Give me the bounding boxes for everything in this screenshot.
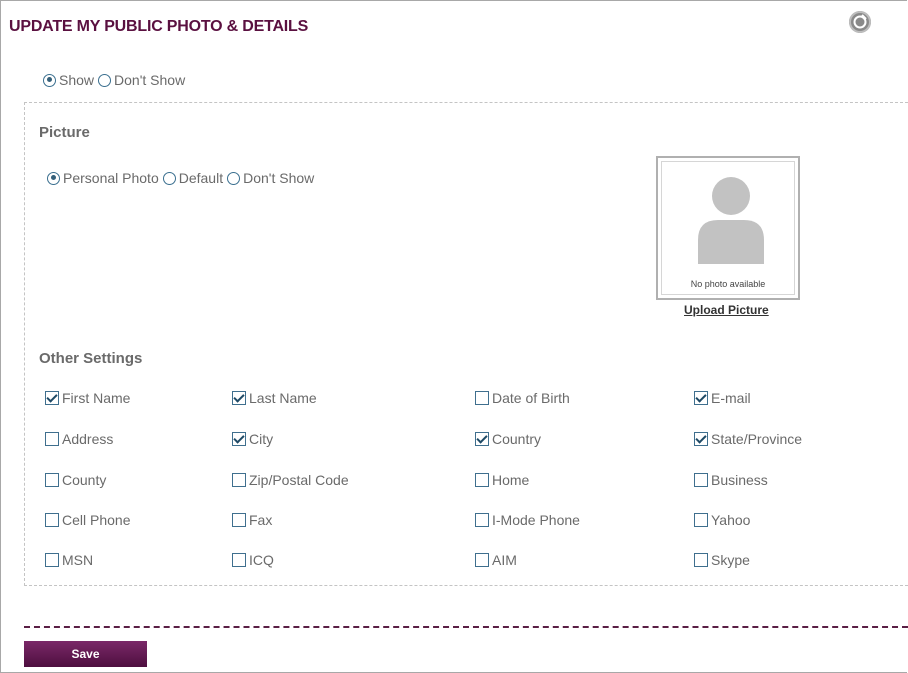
picture-radio-dont-show[interactable] [227, 171, 241, 185]
setting-checkbox[interactable] [694, 432, 708, 446]
setting-label: ICQ [249, 552, 274, 568]
picture-radio-default[interactable] [162, 171, 176, 185]
setting-checkbox[interactable] [694, 553, 708, 567]
setting-checkbox-item[interactable]: Zip/Postal Code [232, 472, 349, 488]
photo-frame: No photo available [661, 161, 795, 295]
setting-label: City [249, 431, 274, 447]
setting-checkbox-item[interactable]: City [232, 431, 273, 447]
setting-label: Country [492, 431, 542, 447]
picture-label-default: Default [178, 170, 224, 186]
setting-label: County [62, 472, 107, 488]
setting-label: Yahoo [711, 512, 751, 528]
help-icon[interactable] [849, 11, 871, 33]
visibility-options: Show Don't Show [43, 72, 189, 88]
picture-radio-personal-photo[interactable] [47, 171, 60, 185]
setting-checkbox[interactable] [694, 391, 708, 405]
setting-checkbox[interactable] [45, 513, 59, 527]
setting-checkbox[interactable] [694, 473, 708, 487]
setting-checkbox-item[interactable]: MSN [45, 552, 93, 568]
setting-checkbox-item[interactable]: Yahoo [694, 512, 750, 528]
setting-checkbox[interactable] [45, 473, 59, 487]
setting-checkbox-item[interactable]: Skype [694, 552, 750, 568]
setting-checkbox-item[interactable]: Fax [232, 512, 272, 528]
setting-checkbox-item[interactable]: E-mail [694, 390, 751, 406]
picture-options: Personal Photo Default Don't Show [47, 170, 318, 186]
setting-label: I-Mode Phone [492, 512, 580, 528]
setting-label: AIM [492, 552, 517, 568]
visibility-label-dont-show: Don't Show [114, 72, 186, 88]
picture-label-dont-show: Don't Show [243, 170, 315, 186]
setting-checkbox-item[interactable]: AIM [475, 552, 517, 568]
visibility-radio-show[interactable] [43, 73, 56, 87]
setting-checkbox[interactable] [475, 391, 489, 405]
picture-label-personal-photo: Personal Photo [63, 170, 159, 186]
other-settings-heading: Other Settings [39, 350, 143, 367]
setting-checkbox[interactable] [694, 513, 708, 527]
setting-checkbox-item[interactable]: Cell Phone [45, 512, 131, 528]
setting-checkbox[interactable] [232, 432, 246, 446]
setting-checkbox[interactable] [45, 391, 59, 405]
setting-checkbox-item[interactable]: State/Province [694, 431, 802, 447]
setting-label: Zip/Postal Code [249, 472, 349, 488]
setting-checkbox[interactable] [232, 513, 246, 527]
setting-checkbox-item[interactable]: ICQ [232, 552, 274, 568]
setting-checkbox-item[interactable]: Date of Birth [475, 390, 570, 406]
save-button[interactable]: Save [24, 641, 147, 667]
setting-checkbox-item[interactable]: Home [475, 472, 529, 488]
setting-label: Business [711, 472, 768, 488]
setting-checkbox-item[interactable]: Last Name [232, 390, 317, 406]
setting-checkbox-item[interactable]: First Name [45, 390, 130, 406]
setting-checkbox[interactable] [45, 553, 59, 567]
setting-checkbox[interactable] [232, 553, 246, 567]
upload-picture-link[interactable]: Upload Picture [684, 303, 769, 317]
divider [24, 626, 908, 628]
setting-checkbox-item[interactable]: Address [45, 431, 113, 447]
setting-checkbox-item[interactable]: Country [475, 431, 541, 447]
setting-checkbox[interactable] [475, 513, 489, 527]
setting-checkbox[interactable] [232, 473, 246, 487]
setting-checkbox-item[interactable]: County [45, 472, 106, 488]
setting-label: Fax [249, 512, 273, 528]
setting-label: State/Province [711, 431, 803, 447]
setting-label: E-mail [711, 390, 751, 406]
setting-label: Date of Birth [492, 390, 570, 406]
setting-checkbox[interactable] [232, 391, 246, 405]
profile-photo: No photo available [656, 156, 800, 300]
setting-checkbox[interactable] [475, 432, 489, 446]
setting-label: First Name [62, 390, 131, 406]
setting-checkbox-item[interactable]: I-Mode Phone [475, 512, 580, 528]
picture-heading: Picture [39, 124, 90, 141]
visibility-radio-dont-show[interactable] [98, 73, 112, 87]
setting-label: Cell Phone [62, 512, 131, 528]
setting-label: Home [492, 472, 530, 488]
setting-checkbox[interactable] [475, 473, 489, 487]
setting-label: MSN [62, 552, 94, 568]
setting-checkbox[interactable] [45, 432, 59, 446]
setting-label: Address [62, 431, 114, 447]
page-title: UPDATE MY PUBLIC PHOTO & DETAILS [9, 18, 309, 35]
no-photo-text: No photo available [690, 279, 766, 289]
setting-label: Last Name [249, 390, 317, 406]
setting-checkbox[interactable] [475, 553, 489, 567]
setting-checkbox-item[interactable]: Business [694, 472, 768, 488]
setting-label: Skype [711, 552, 750, 568]
visibility-label-show: Show [59, 72, 95, 88]
avatar-placeholder-icon [698, 177, 764, 264]
